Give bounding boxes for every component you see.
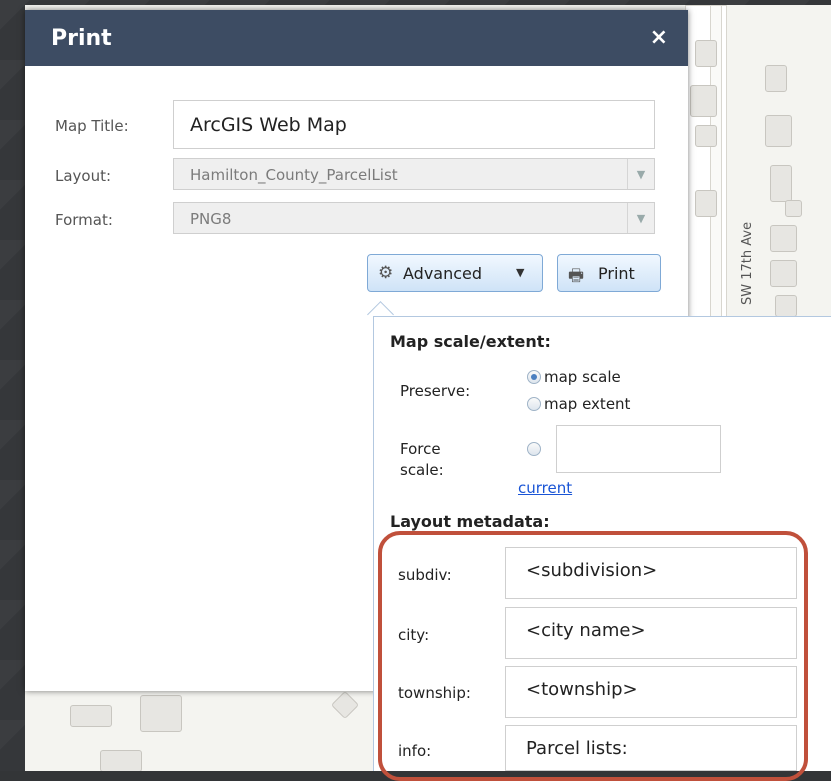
map-building <box>770 165 792 202</box>
map-building <box>765 115 792 147</box>
layout-label: Layout: <box>55 167 112 185</box>
map-building <box>775 295 797 317</box>
map-building <box>695 125 717 147</box>
street-label: SW 17th Ave <box>740 221 755 305</box>
print-button-label: Print <box>598 264 635 283</box>
map-building <box>330 690 360 720</box>
close-icon[interactable]: × <box>650 25 668 50</box>
format-label: Format: <box>55 211 113 229</box>
map-building <box>770 260 797 287</box>
chevron-down-icon: ▼ <box>516 266 525 279</box>
force-scale-label-line1: Force <box>400 440 441 458</box>
advanced-button[interactable]: ⚙ Advanced ▼ <box>367 254 543 292</box>
map-building <box>70 705 112 727</box>
advanced-button-label: Advanced <box>403 264 483 283</box>
metadata-highlight-annotation <box>378 531 808 781</box>
printer-icon: 🖶 <box>568 266 585 286</box>
preserve-map-extent-label[interactable]: map extent <box>544 395 630 413</box>
current-scale-link[interactable]: current <box>518 479 572 497</box>
preserve-map-extent-radio[interactable] <box>527 397 541 411</box>
gear-icon: ⚙ <box>378 263 394 283</box>
layout-value: Hamilton_County_ParcelList <box>190 166 398 184</box>
scale-section-heading: Map scale/extent: <box>390 332 551 351</box>
dropdown-arrow-icon: ▼ <box>627 159 654 189</box>
map-title-label: Map Title: <box>55 117 129 135</box>
preserve-label: Preserve: <box>400 382 471 400</box>
map-building <box>785 200 802 217</box>
map-building <box>765 65 787 92</box>
metadata-section-heading: Layout metadata: <box>390 512 550 531</box>
map-building <box>770 225 797 252</box>
preserve-map-scale-label[interactable]: map scale <box>544 368 621 386</box>
force-scale-radio[interactable] <box>527 442 541 456</box>
dialog-title: Print <box>51 26 112 51</box>
format-value: PNG8 <box>190 210 232 228</box>
layout-select[interactable]: Hamilton_County_ParcelList ▼ <box>173 158 655 190</box>
print-button[interactable]: 🖶 Print <box>557 254 661 292</box>
map-building <box>690 85 717 117</box>
force-scale-label-line2: scale: <box>400 461 444 479</box>
format-select[interactable]: PNG8 ▼ <box>173 202 655 234</box>
dropdown-arrow-icon: ▼ <box>627 203 654 233</box>
preserve-map-scale-radio[interactable] <box>527 370 541 384</box>
force-scale-input[interactable] <box>556 425 721 473</box>
map-building <box>695 40 717 67</box>
dialog-titlebar[interactable]: Print × <box>25 10 688 66</box>
map-building <box>140 695 182 732</box>
map-title-input[interactable]: ArcGIS Web Map <box>173 100 655 149</box>
map-building <box>695 190 717 217</box>
map-building <box>100 750 142 771</box>
map-title-value: ArcGIS Web Map <box>190 114 347 136</box>
